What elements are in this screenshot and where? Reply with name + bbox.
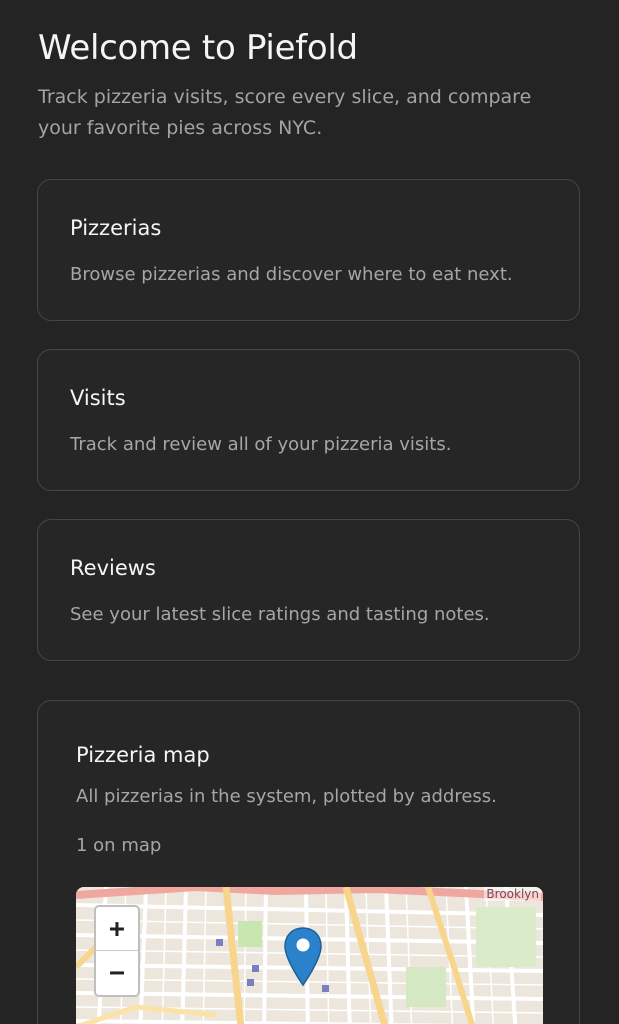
home-page: Welcome to Piefold Track pizzeria visits… [0,0,619,1024]
visits-card-title: Visits [70,386,126,410]
pizzerias-card-title: Pizzerias [70,216,162,240]
visits-card-description: Track and review all of your pizzeria vi… [70,434,452,455]
reviews-card-title: Reviews [70,556,156,580]
map-pin-icon[interactable] [284,927,322,987]
zoom-out-button[interactable]: − [96,950,138,994]
zoom-in-button[interactable]: + [96,907,138,950]
pizzeria-map-card: Pizzeria map All pizzerias in the system… [37,700,580,1024]
reviews-card[interactable]: Reviews See your latest slice ratings an… [37,519,580,661]
pizzerias-card-description: Browse pizzerias and discover where to e… [70,264,513,285]
map-area-label: Brooklyn [484,887,541,901]
visits-card[interactable]: Visits Track and review all of your pizz… [37,349,580,491]
reviews-card-description: See your latest slice ratings and tastin… [70,604,490,625]
page-title: Welcome to Piefold [38,28,358,68]
pizzerias-card[interactable]: Pizzerias Browse pizzerias and discover … [37,179,580,321]
zoom-controls: + − [94,905,140,997]
map-title: Pizzeria map [76,743,210,767]
page-subtitle: Track pizzeria visits, score every slice… [38,86,532,139]
map-description: All pizzerias in the system, plotted by … [76,786,497,807]
map-view[interactable]: + − Brooklyn [76,887,543,1024]
map-count: 1 on map [76,835,162,856]
